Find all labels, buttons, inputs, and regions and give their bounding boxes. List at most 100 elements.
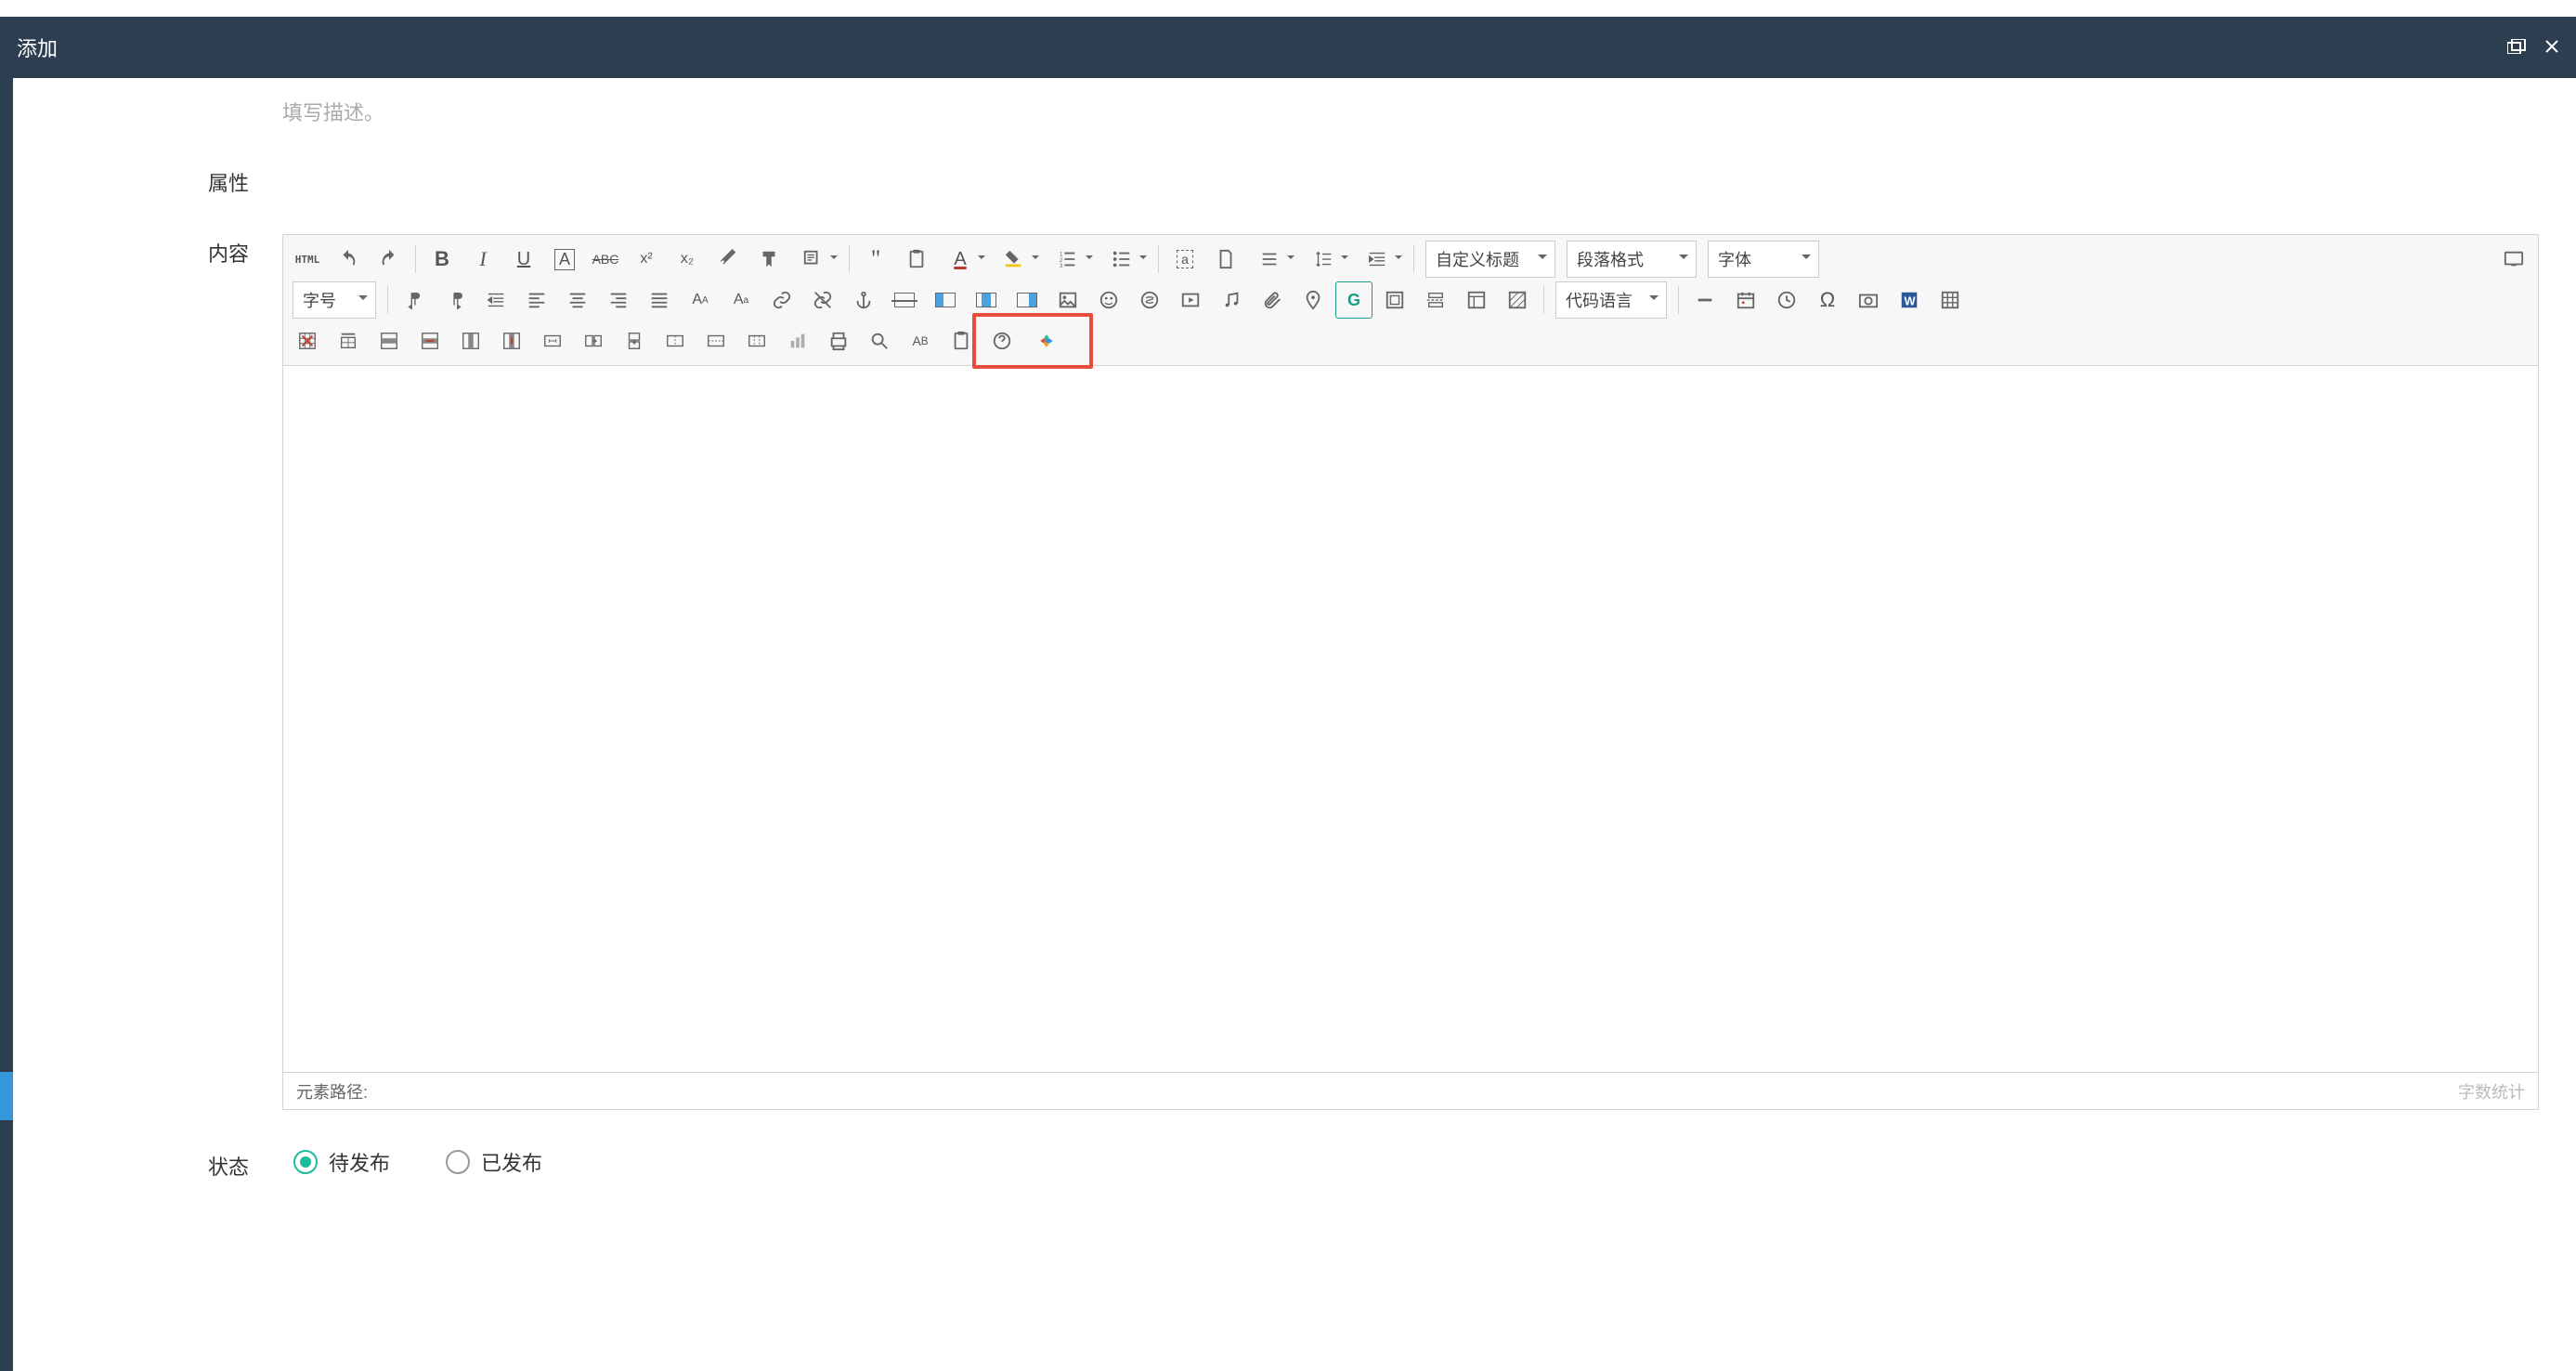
- tolowercase-button[interactable]: Aa: [722, 281, 760, 319]
- description-placeholder[interactable]: 填写描述。: [282, 97, 2539, 126]
- outdent-button[interactable]: [477, 281, 514, 319]
- insert-table-button[interactable]: [1932, 281, 1969, 319]
- unordered-list-button[interactable]: [1100, 241, 1151, 278]
- background-button[interactable]: [1499, 281, 1536, 319]
- source-html-button[interactable]: HTML: [289, 241, 326, 278]
- insert-col-button[interactable]: [452, 322, 489, 359]
- insert-frame-button[interactable]: [1376, 281, 1413, 319]
- split-rows-button[interactable]: [697, 322, 735, 359]
- attachment-button[interactable]: [1254, 281, 1291, 319]
- delete-table-button[interactable]: [289, 322, 326, 359]
- align-center-button[interactable]: [559, 281, 596, 319]
- attribute-label: 属性: [208, 163, 282, 197]
- code-language-dropdown[interactable]: 代码语言: [1555, 281, 1667, 319]
- header-actions: [2507, 39, 2559, 57]
- insert-video-button[interactable]: [1172, 281, 1209, 319]
- bold-button[interactable]: B: [423, 241, 461, 278]
- back-color-button[interactable]: [993, 241, 1043, 278]
- image-float-left-button[interactable]: [927, 281, 964, 319]
- superscript-button[interactable]: x²: [628, 241, 665, 278]
- charts-button[interactable]: [779, 322, 816, 359]
- delete-col-button[interactable]: [493, 322, 530, 359]
- snapscreen-button[interactable]: [1850, 281, 1887, 319]
- fore-color-button[interactable]: A: [939, 241, 989, 278]
- modal-header: 添加: [0, 17, 2576, 78]
- italic-button[interactable]: I: [464, 241, 501, 278]
- preview-button[interactable]: [861, 322, 898, 359]
- remove-format-button[interactable]: [709, 241, 747, 278]
- editor-content-area[interactable]: [283, 366, 2538, 1072]
- help-button[interactable]: [983, 322, 1021, 359]
- strikethrough-button[interactable]: ABC: [587, 241, 624, 278]
- word-count-label[interactable]: 字数统计: [2458, 1079, 2525, 1103]
- line-height-button[interactable]: [1302, 241, 1352, 278]
- row-spacing-button[interactable]: [1248, 241, 1298, 278]
- clear-doc-button[interactable]: [1207, 241, 1244, 278]
- link-button[interactable]: [763, 281, 800, 319]
- format-match-button[interactable]: [750, 241, 787, 278]
- top-strip: [0, 0, 2576, 17]
- merge-down-button[interactable]: [616, 322, 653, 359]
- spechars-button[interactable]: Ω: [1809, 281, 1846, 319]
- paste-plain-button[interactable]: [898, 241, 935, 278]
- template-button[interactable]: [1458, 281, 1495, 319]
- custom-style-dropdown[interactable]: 自定义标题: [1425, 241, 1555, 278]
- rtl-button[interactable]: [436, 281, 474, 319]
- left-sidebar: [0, 78, 13, 1371]
- element-path-label: 元素路径:: [296, 1079, 368, 1103]
- underline-button[interactable]: U: [505, 241, 542, 278]
- insert-para-before-table-button[interactable]: [330, 322, 367, 359]
- searchreplace-button[interactable]: AB: [902, 322, 939, 359]
- status-pending-radio[interactable]: 待发布: [293, 1147, 390, 1177]
- font-family-dropdown[interactable]: 字体: [1708, 241, 1819, 278]
- image-float-right-button[interactable]: [1008, 281, 1046, 319]
- ltr-button[interactable]: [396, 281, 433, 319]
- merge-right-button[interactable]: [575, 322, 612, 359]
- font-border-button[interactable]: A: [546, 241, 583, 278]
- align-left-button[interactable]: [518, 281, 555, 319]
- horizontal-rule-button[interactable]: [1686, 281, 1724, 319]
- align-right-button[interactable]: [600, 281, 637, 319]
- image-float-none-button[interactable]: [886, 281, 923, 319]
- map-button[interactable]: [1295, 281, 1332, 319]
- date-button[interactable]: [1727, 281, 1764, 319]
- split-cells-button[interactable]: [657, 322, 694, 359]
- anchor-button[interactable]: [845, 281, 882, 319]
- indent-button[interactable]: [1356, 241, 1406, 278]
- emotion-button[interactable]: [1090, 281, 1127, 319]
- fullscreen-button[interactable]: [2495, 241, 2532, 278]
- time-button[interactable]: [1768, 281, 1805, 319]
- undo-button[interactable]: [330, 241, 367, 278]
- font-size-dropdown[interactable]: 字号: [293, 281, 376, 319]
- close-icon[interactable]: [2544, 39, 2559, 57]
- scrawl-button[interactable]: [1131, 281, 1168, 319]
- ordered-list-button[interactable]: 123: [1047, 241, 1097, 278]
- main-content: 填写描述。 属性 内容 HTML B I U A: [13, 78, 2576, 1371]
- insert-image-button[interactable]: [1049, 281, 1086, 319]
- delete-row-button[interactable]: [411, 322, 449, 359]
- status-published-radio[interactable]: 已发布: [446, 1147, 542, 1177]
- touppercase-button[interactable]: AA: [682, 281, 719, 319]
- select-all-button[interactable]: a: [1166, 241, 1203, 278]
- wordimage-button[interactable]: W: [1891, 281, 1928, 319]
- autotypeset-button[interactable]: [791, 241, 841, 278]
- print-button[interactable]: [820, 322, 857, 359]
- unlink-button[interactable]: [804, 281, 841, 319]
- editor-toolbar: HTML B I U A ABC x² x₂: [283, 235, 2538, 366]
- insert-row-button[interactable]: [371, 322, 408, 359]
- xiumi-button[interactable]: [1028, 322, 1065, 359]
- drafts-button[interactable]: [943, 322, 980, 359]
- gmap-button[interactable]: G: [1335, 281, 1373, 319]
- align-justify-button[interactable]: [641, 281, 678, 319]
- merge-cells-button[interactable]: [534, 322, 571, 359]
- image-float-center-button[interactable]: [968, 281, 1005, 319]
- redo-button[interactable]: [371, 241, 408, 278]
- subscript-button[interactable]: x₂: [669, 241, 706, 278]
- music-button[interactable]: [1213, 281, 1250, 319]
- blockquote-button[interactable]: ": [857, 241, 894, 278]
- split-cols-button[interactable]: [738, 322, 775, 359]
- svg-text:3: 3: [1060, 263, 1063, 269]
- paragraph-dropdown[interactable]: 段落格式: [1567, 241, 1697, 278]
- maximize-icon[interactable]: [2507, 39, 2526, 57]
- pagebreak-button[interactable]: [1417, 281, 1454, 319]
